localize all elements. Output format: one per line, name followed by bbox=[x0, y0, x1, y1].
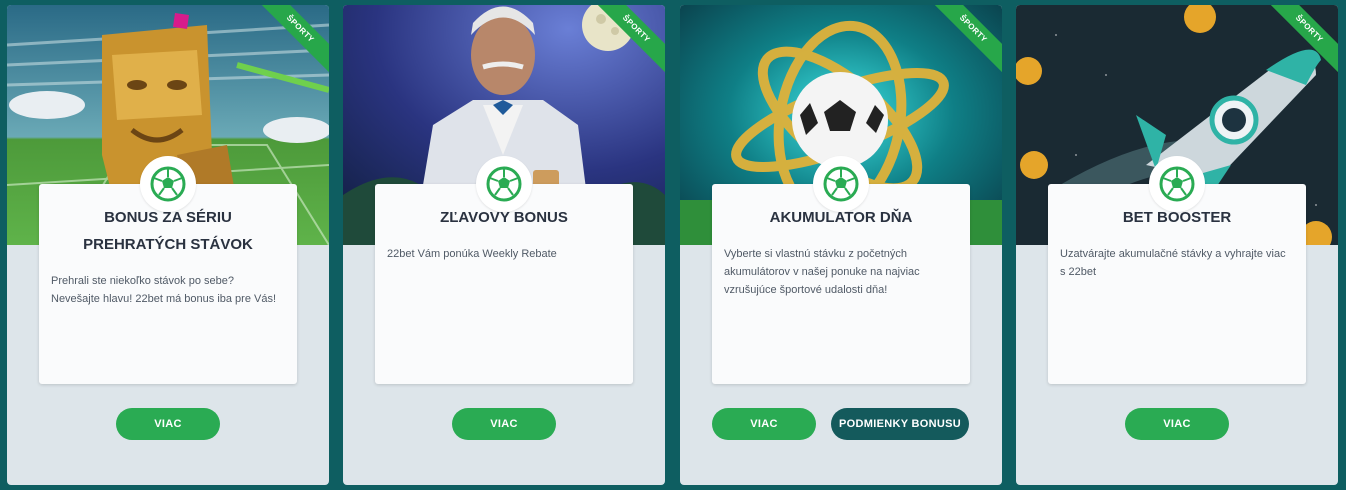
category-ribbon-label: ŠPORTY bbox=[1268, 5, 1338, 75]
category-ribbon: ŠPORTY bbox=[932, 5, 1002, 75]
promo-title: AKUMULATOR DŇA bbox=[769, 209, 913, 226]
category-ribbon: ŠPORTY bbox=[1268, 5, 1338, 75]
more-button[interactable]: VIAC bbox=[1125, 408, 1229, 440]
promo-title: BONUS ZA SÉRIU PREHRATÝCH STÁVOK bbox=[83, 209, 253, 253]
promo-description: Vyberte si vlastnú stávku z početných ak… bbox=[724, 248, 920, 296]
category-ribbon: ŠPORTY bbox=[595, 5, 665, 75]
promo-panel: BET BOOSTER Uzatvárajte akumulačné stávk… bbox=[1048, 156, 1306, 384]
bonus-terms-button[interactable]: PODMIENKY BONUSU bbox=[831, 408, 969, 440]
promo-panel: AKUMULATOR DŇA Vyberte si vlastnú stávku… bbox=[712, 156, 970, 384]
category-ribbon-label: ŠPORTY bbox=[932, 5, 1002, 75]
category-ribbon-label: ŠPORTY bbox=[595, 5, 665, 75]
promo-panel: BONUS ZA SÉRIU PREHRATÝCH STÁVOK Prehral… bbox=[39, 156, 297, 384]
more-button[interactable]: VIAC bbox=[452, 408, 556, 440]
promo-title: ZĽAVOVY BONUS bbox=[440, 209, 568, 226]
more-button[interactable]: VIAC bbox=[116, 408, 220, 440]
category-ribbon-label: ŠPORTY bbox=[259, 5, 329, 75]
promo-title: BET BOOSTER bbox=[1122, 209, 1232, 226]
promo-description: 22bet Vám ponúka Weekly Rebate bbox=[387, 248, 557, 260]
promo-card: ŠPORTY AKUMULATOR DŇA Vyberte si vlastnú… bbox=[680, 5, 1002, 485]
promo-card: ŠPORTY BONUS ZA SÉRIU PREHRATÝCH STÁVOK … bbox=[7, 5, 329, 485]
more-button[interactable]: VIAC bbox=[712, 408, 816, 440]
promo-card: ŠPORTY BET BOOSTER Uzatvárajte akumulačn… bbox=[1016, 5, 1338, 485]
promo-description: Uzatvárajte akumulačné stávky a vyhrajte… bbox=[1060, 248, 1286, 278]
promo-card: ŠPORTY ZĽAVOVY BONUS 22bet Vám ponúka We… bbox=[343, 5, 665, 485]
promo-panel: ZĽAVOVY BONUS 22bet Vám ponúka Weekly Re… bbox=[375, 156, 633, 384]
category-ribbon: ŠPORTY bbox=[259, 5, 329, 75]
promo-description: Prehrali ste niekoľko stávok po sebe? Ne… bbox=[51, 275, 277, 305]
